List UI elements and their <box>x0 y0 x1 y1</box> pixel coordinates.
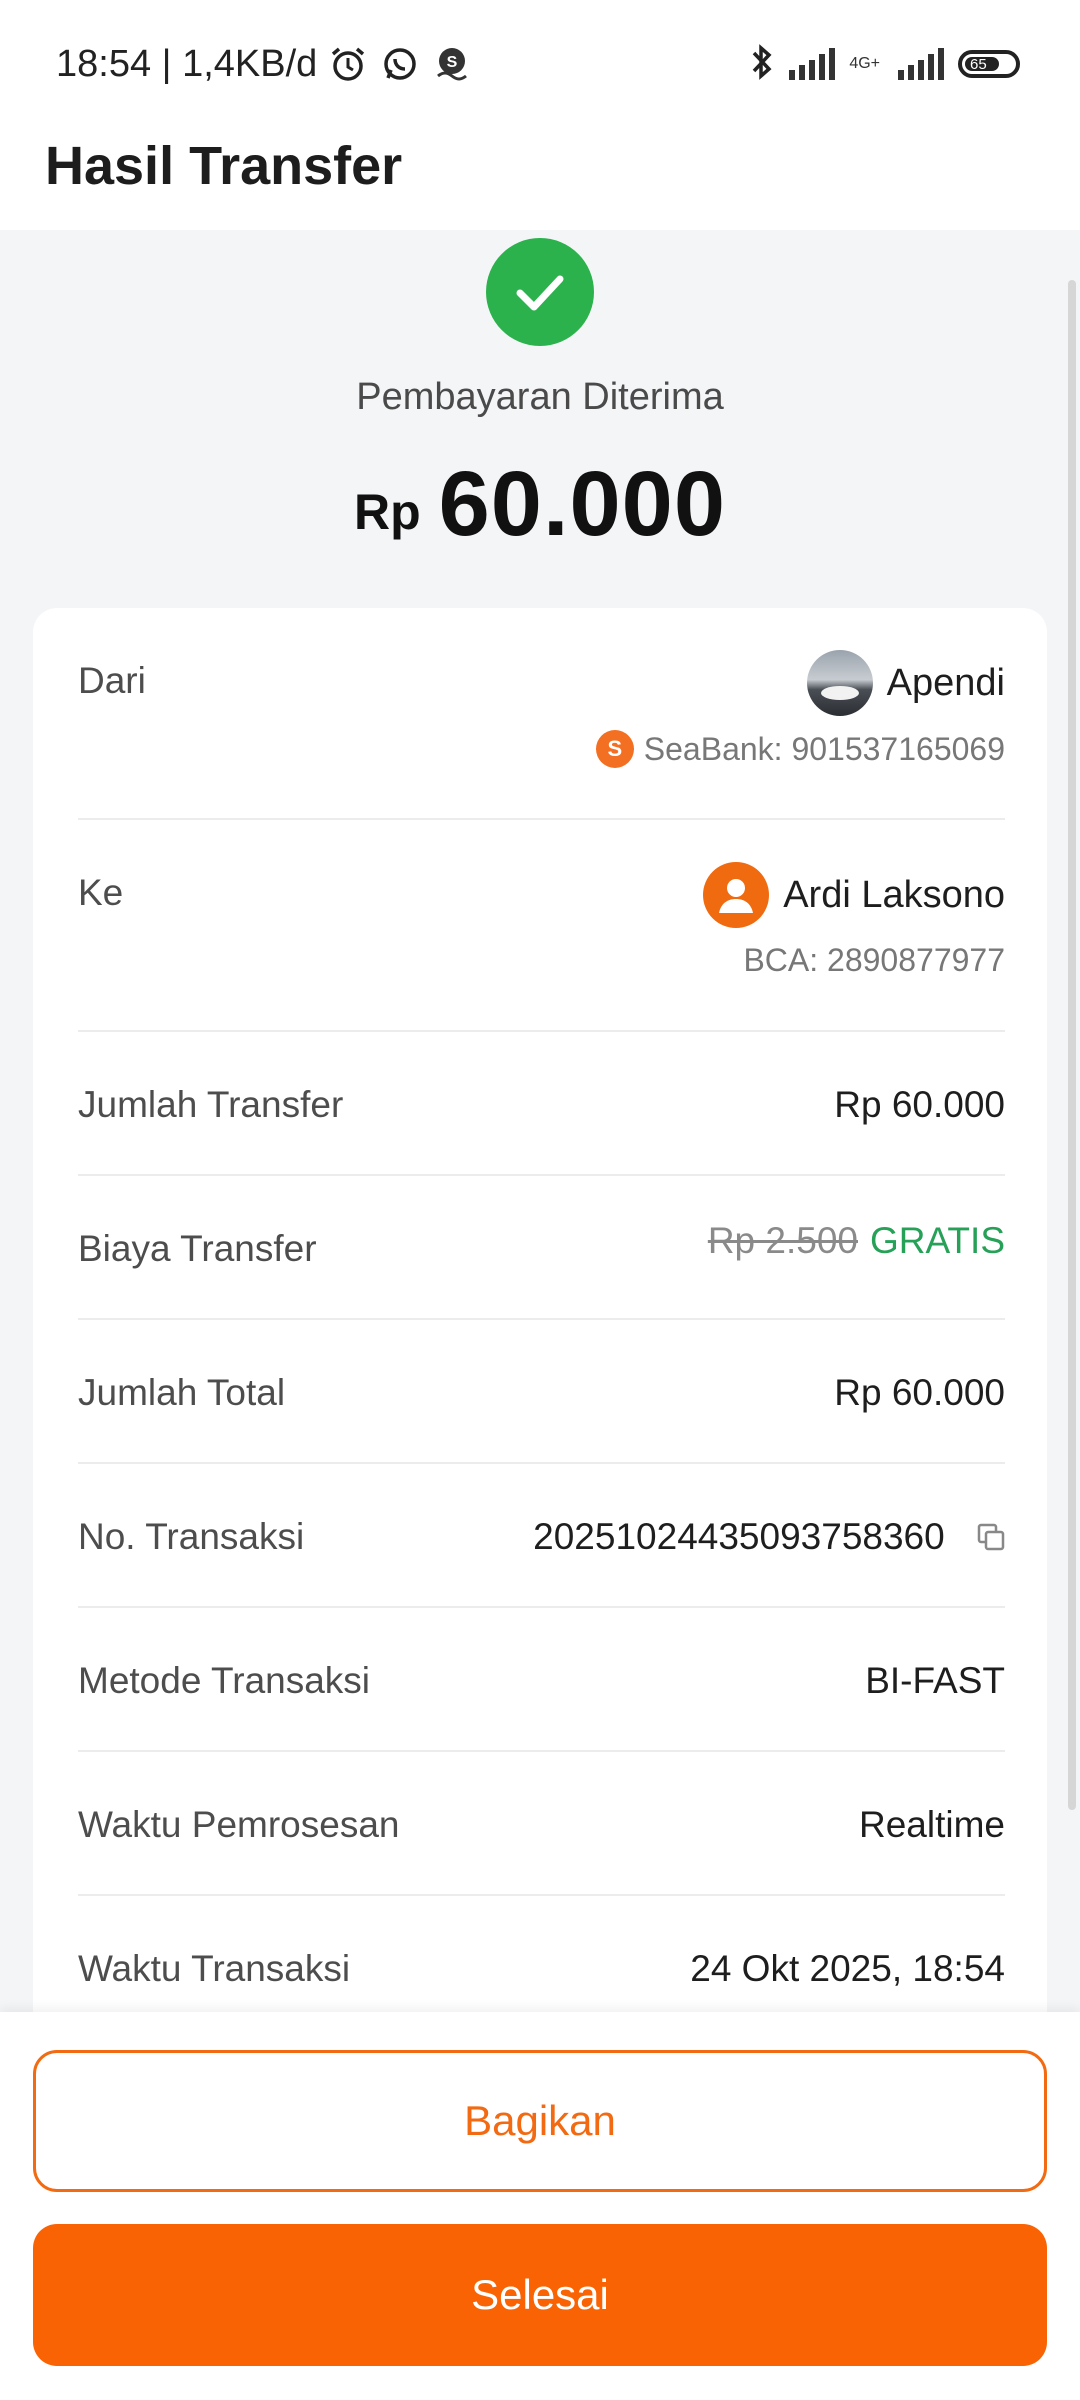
processing-time-label: Waktu Pemrosesan <box>78 1804 400 1845</box>
transaction-number-row: No. Transaksi 20251024435093758360 <box>78 1464 1005 1608</box>
transfer-fee-value: Rp 2.500 GRATIS <box>708 1220 1005 1262</box>
total-amount-row: Jumlah Total Rp 60.000 <box>78 1320 1005 1464</box>
processing-time-value: Realtime <box>859 1804 1005 1845</box>
sender-avatar <box>806 650 873 716</box>
svg-text:S: S <box>447 54 458 71</box>
transaction-method-value: BI-FAST <box>865 1660 1005 1701</box>
success-check-icon <box>486 238 594 346</box>
whatsapp-icon <box>379 43 421 85</box>
payment-amount: Rp 60.000 <box>0 452 1080 557</box>
processing-time-row: Waktu Pemrosesan Realtime <box>78 1752 1005 1896</box>
sender-account-number: SeaBank: 901537165069 <box>643 730 1005 767</box>
copy-icon[interactable] <box>977 1518 1005 1560</box>
transaction-method-row: Metode Transaksi BI-FAST <box>78 1608 1005 1752</box>
transfer-amount-label: Jumlah Transfer <box>78 1084 344 1125</box>
sender: Apendi <box>806 650 1005 716</box>
battery-icon: 65 <box>958 50 1020 78</box>
recipient-account-number: BCA: 2890877977 <box>743 942 1005 978</box>
recipient-name: Ardi Laksono <box>783 873 1005 916</box>
share-button[interactable]: Bagikan <box>33 2050 1047 2192</box>
page-title: Hasil Transfer <box>45 136 403 196</box>
status-time: 18:54 | 1,4KB/d <box>56 42 318 85</box>
transaction-detail-card: Dari Apendi S SeaBank: 901537165069 Ke A… <box>33 608 1047 2012</box>
from-label: Dari <box>78 660 146 701</box>
alarm-icon <box>327 43 369 85</box>
battery-level: 65 <box>970 55 987 73</box>
done-button[interactable]: Selesai <box>33 2224 1047 2366</box>
content-scroll-area[interactable]: Pembayaran Diterima Rp 60.000 Dari Apendi… <box>0 230 1080 2012</box>
recipient: Ardi Laksono <box>703 862 1005 928</box>
from-row: Dari Apendi S SeaBank: 901537165069 <box>78 608 1005 820</box>
to-label: Ke <box>78 872 124 913</box>
to-row: Ke Ardi Laksono BCA: 2890877977 <box>78 820 1005 1032</box>
total-amount-value: Rp 60.000 <box>834 1372 1005 1413</box>
transaction-time-value: 24 Okt 2025, 18:54 <box>690 1948 1005 1989</box>
recipient-avatar-icon <box>703 862 770 928</box>
sender-name: Apendi <box>886 661 1005 704</box>
transaction-time-label: Waktu Transaksi <box>78 1948 351 1989</box>
seabank-logo-icon: S <box>595 730 634 768</box>
sender-account: S SeaBank: 901537165069 <box>595 730 1005 768</box>
amount-currency: Rp <box>353 484 421 540</box>
status-bar: 18:54 | 1,4KB/d S 4G+ 65 <box>0 0 1080 125</box>
signal-icon-2 <box>898 48 944 80</box>
status-bar-left: 18:54 | 1,4KB/d S <box>56 38 473 90</box>
transfer-amount-value: Rp 60.000 <box>834 1084 1005 1125</box>
transaction-number: 20251024435093758360 <box>533 1516 1005 1560</box>
transaction-time-row: Waktu Transaksi 24 Okt 2025, 18:54 <box>78 1896 1005 2012</box>
total-amount-label: Jumlah Total <box>78 1372 286 1413</box>
transaction-number-label: No. Transaksi <box>78 1516 305 1557</box>
transfer-amount-row: Jumlah Transfer Rp 60.000 <box>78 1032 1005 1176</box>
amount-value: 60.000 <box>438 453 727 555</box>
status-bar-right: 4G+ 65 <box>749 40 1020 88</box>
transaction-method-label: Metode Transaksi <box>78 1660 371 1701</box>
recipient-account: BCA: 2890877977 <box>743 942 1005 979</box>
bluetooth-icon <box>749 42 775 87</box>
signal-icon <box>789 48 836 80</box>
seabank-icon: S <box>431 43 473 85</box>
bottom-action-bar: Bagikan Selesai <box>0 2012 1080 2400</box>
network-label: 4G+ <box>849 55 880 72</box>
app-header: Hasil Transfer <box>0 125 1080 230</box>
transaction-number-value: 20251024435093758360 <box>533 1516 945 1557</box>
original-fee: Rp 2.500 <box>707 1220 858 1261</box>
payment-status: Pembayaran Diterima <box>356 376 724 418</box>
transfer-fee-label: Biaya Transfer <box>78 1228 317 1269</box>
free-fee-badge: GRATIS <box>870 1220 1005 1261</box>
transfer-fee-row: Biaya Transfer Rp 2.500 GRATIS <box>78 1176 1005 1320</box>
